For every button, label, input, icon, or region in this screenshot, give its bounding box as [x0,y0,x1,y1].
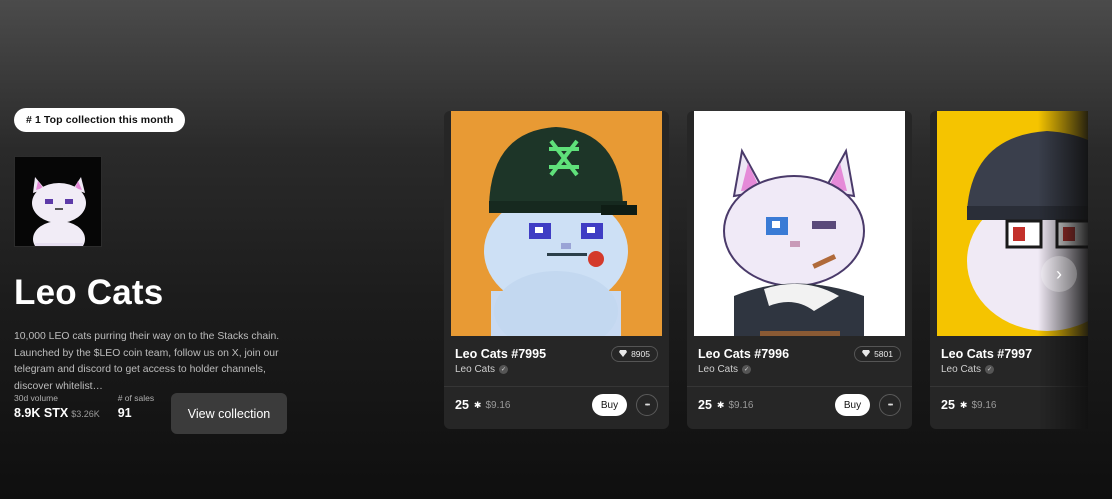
price-value: 25 [455,398,469,412]
nft-card[interactable]: Leo Cats #7996 Leo Cats ✓ 5801 25 ✱ $9.1… [687,111,912,429]
cat-scarf-image [694,111,905,336]
more-options-button[interactable]: ••• [636,394,658,416]
price-usd: $9.16 [485,399,511,411]
gem-icon [619,349,628,359]
nft-name[interactable]: Leo Cats #7995 [455,347,546,361]
rarity-badge: 5801 [854,346,901,362]
rarity-value: 8905 [631,349,650,359]
chevron-right-icon: › [1056,263,1062,284]
more-icon: ••• [644,401,650,409]
buy-button[interactable]: Buy [592,394,627,416]
divider [444,386,669,387]
collection-title: Leo Cats [14,273,164,312]
stx-icon: ✱ [716,399,725,410]
cat-avatar-image [15,157,101,246]
divider [930,386,1088,387]
stat-sales-value: 91 [117,406,132,420]
nft-image[interactable] [451,111,662,336]
price-usd: $9.16 [728,399,754,411]
buy-button[interactable]: Buy [835,394,870,416]
nft-image[interactable] [694,111,905,336]
verified-icon: ✓ [985,365,995,374]
carousel-next-button[interactable]: › [1041,256,1077,292]
nft-image[interactable] [937,111,1088,336]
verified-icon: ✓ [499,365,509,374]
nft-collection-name[interactable]: Leo Cats [455,364,495,375]
rarity-badge: 8905 [611,346,658,362]
gem-icon [862,349,871,359]
hero-section: # 1 Top collection this month Leo Cats 1… [14,108,314,434]
stat-sales: # of sales 91 [118,393,154,420]
view-collection-button[interactable]: View collection [171,393,287,434]
stx-icon: ✱ [959,399,968,410]
top-collection-badge: # 1 Top collection this month [14,108,186,132]
nft-price: 25 ✱ $9.16 [455,398,510,412]
rarity-value: 5801 [874,349,893,359]
stat-volume-usd: $3.26K [71,409,100,419]
stat-volume-value: 8.9K STX [14,406,69,420]
verified-icon: ✓ [742,365,752,374]
nft-name[interactable]: Leo Cats #7996 [698,347,789,361]
nft-price: 25 ✱ $9.16 [698,398,753,412]
nft-carousel: Leo Cats #7995 Leo Cats ✓ 8905 25 ✱ $9.1… [444,111,1088,429]
nft-card[interactable]: Leo Cats #7995 Leo Cats ✓ 8905 25 ✱ $9.1… [444,111,669,429]
collection-description: 10,000 LEO cats purring their way on to … [14,331,280,392]
nft-name[interactable]: Leo Cats #7997 [941,347,1032,361]
nft-collection-name[interactable]: Leo Cats [698,364,738,375]
nft-collection-name[interactable]: Leo Cats [941,364,981,375]
collection-avatar [14,156,102,247]
nft-price: 25 ✱ $9.16 [941,398,996,412]
stat-volume: 30d volume 8.9K STX $3.26K [14,393,100,420]
price-value: 25 [941,398,955,412]
divider [687,386,912,387]
stat-sales-label: # of sales [117,393,155,403]
collection-stats: 30d volume 8.9K STX $3.26K # of sales 91 [14,393,172,420]
more-options-button[interactable]: ••• [879,394,901,416]
stx-icon: ✱ [473,399,482,410]
stat-volume-label: 30d volume [14,393,58,403]
cat-glasses-image [937,111,1088,336]
cat-cap-image [451,111,662,336]
price-value: 25 [698,398,712,412]
price-usd: $9.16 [971,399,997,411]
more-icon: ••• [887,401,893,409]
